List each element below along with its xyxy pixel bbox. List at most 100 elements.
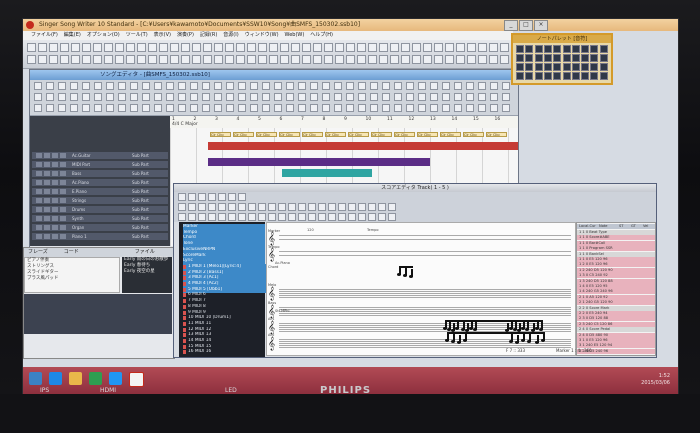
song-tool-button[interactable]	[478, 104, 486, 112]
song-tool-button[interactable]	[466, 93, 474, 101]
palette-note-button[interactable]	[534, 45, 543, 53]
note-head[interactable]	[509, 334, 513, 343]
toolbar-button[interactable]	[467, 55, 476, 64]
score-tool-button[interactable]	[218, 203, 226, 211]
song-tool-button[interactable]	[106, 93, 114, 101]
score-tool-button[interactable]	[228, 213, 236, 221]
note-head[interactable]	[521, 333, 525, 342]
song-tool-button[interactable]	[502, 104, 510, 112]
track-row[interactable]: Drums Sub Part	[32, 206, 168, 213]
note-head[interactable]	[515, 335, 519, 344]
song-tool-button[interactable]	[382, 93, 390, 101]
palette-note-button[interactable]	[562, 63, 571, 71]
tab-chord[interactable]: コード	[64, 248, 79, 257]
event-row[interactable]: 2 4 0 Score Pedal	[577, 327, 655, 333]
palette-note-button[interactable]	[599, 72, 608, 80]
song-clip[interactable]: Clr Clip	[440, 132, 461, 137]
song-tool-button[interactable]	[454, 104, 462, 112]
palette-note-button[interactable]	[571, 72, 580, 80]
song-tool-button[interactable]	[346, 82, 354, 90]
toolbar-button[interactable]	[247, 55, 256, 64]
toolbar-button[interactable]	[456, 43, 465, 52]
toolbar-button[interactable]	[368, 55, 377, 64]
event-row[interactable]: 1 3 240 D5 120 88	[577, 278, 655, 284]
song-tool-button[interactable]	[430, 82, 438, 90]
event-row[interactable]: 1 1 0 BankSel	[577, 251, 655, 257]
score-tool-button[interactable]	[178, 193, 186, 201]
song-tool-button[interactable]	[274, 104, 282, 112]
toolbar-button[interactable]	[434, 55, 443, 64]
song-tool-button[interactable]	[286, 104, 294, 112]
song-tool-button[interactable]	[166, 82, 174, 90]
song-tool-button[interactable]	[466, 104, 474, 112]
toolbar-button[interactable]	[258, 55, 267, 64]
song-tool-button[interactable]	[250, 82, 258, 90]
toolbar-button[interactable]	[159, 43, 168, 52]
toolbar-button[interactable]	[214, 43, 223, 52]
toolbar-button[interactable]	[49, 55, 58, 64]
track-toggle-icon[interactable]	[44, 153, 50, 158]
toolbar-button[interactable]	[225, 55, 234, 64]
song-tool-button[interactable]	[238, 82, 246, 90]
song-clip[interactable]: Clr Clip	[394, 132, 415, 137]
song-clip[interactable]: Clr Clip	[348, 132, 369, 137]
event-row[interactable]: 1 1 0 E5 120 96	[577, 257, 655, 262]
palette-note-button[interactable]	[516, 54, 524, 62]
toolbar-button[interactable]	[148, 43, 157, 52]
score-tool-button[interactable]	[268, 213, 276, 221]
toolbar-button[interactable]	[104, 43, 113, 52]
song-clip[interactable]: Clr Clip	[302, 132, 323, 137]
score-tool-button[interactable]	[178, 203, 186, 211]
song-tool-button[interactable]	[358, 93, 366, 101]
event-row[interactable]: 2 4 0 D5 480 90	[577, 332, 655, 338]
song-tool-button[interactable]	[154, 93, 162, 101]
song-tool-button[interactable]	[418, 82, 426, 90]
note-head[interactable]	[451, 334, 455, 343]
toolbar-button[interactable]	[38, 43, 47, 52]
track-toggle-icon[interactable]	[36, 234, 42, 239]
event-row[interactable]: 1 3 0 C5 240 92	[577, 273, 655, 279]
track-toggle-icon[interactable]	[36, 225, 42, 230]
score-tool-button[interactable]	[238, 213, 246, 221]
palette-note-button[interactable]	[562, 54, 571, 62]
song-tool-button[interactable]	[130, 93, 138, 101]
event-row[interactable]: 1 2 0 E5 120 96	[577, 262, 655, 268]
song-tool-button[interactable]	[466, 82, 474, 90]
track-toggle-icon[interactable]	[36, 162, 42, 167]
palette-note-button[interactable]	[571, 54, 580, 62]
toolbar-button[interactable]	[82, 43, 91, 52]
start-icon[interactable]	[29, 372, 42, 385]
event-row[interactable]: 1 1 0 Beat Type	[577, 230, 655, 235]
track-toggle-icon[interactable]	[60, 153, 66, 158]
score-tool-button[interactable]	[228, 203, 236, 211]
song-clip[interactable]: Clr Clip	[210, 132, 231, 137]
song-tool-button[interactable]	[214, 82, 222, 90]
song-tool-button[interactable]	[106, 82, 114, 90]
toolbar-button[interactable]	[467, 43, 476, 52]
song-tool-button[interactable]	[454, 82, 462, 90]
song-tool-button[interactable]	[178, 93, 186, 101]
taskbar-clock[interactable]: 1:52 2015/03/06	[641, 373, 670, 387]
note-head[interactable]	[403, 268, 407, 277]
toolbar-button[interactable]	[291, 43, 300, 52]
track-row[interactable]: E.Piano Sub Part	[32, 188, 168, 195]
note-head[interactable]	[455, 321, 459, 330]
song-tool-button[interactable]	[82, 104, 90, 112]
toolbar-button[interactable]	[258, 43, 267, 52]
track-toggle-icon[interactable]	[60, 198, 66, 203]
song-tool-button[interactable]	[46, 82, 54, 90]
score-tool-button[interactable]	[258, 203, 266, 211]
song-tool-button[interactable]	[298, 104, 306, 112]
song-clip[interactable]: Clr Clip	[486, 132, 507, 137]
palette-note-button[interactable]	[581, 54, 590, 62]
score-tool-button[interactable]	[338, 213, 346, 221]
menu-item[interactable]: ウィンドウ(W)	[245, 31, 279, 40]
track-toggle-icon[interactable]	[52, 162, 58, 167]
toolbar-button[interactable]	[456, 55, 465, 64]
song-tool-button[interactable]	[334, 104, 342, 112]
song-tool-button[interactable]	[334, 93, 342, 101]
score-tool-button[interactable]	[238, 193, 246, 201]
song-tool-button[interactable]	[58, 93, 66, 101]
song-tool-button[interactable]	[34, 82, 42, 90]
palette-note-button[interactable]	[525, 63, 534, 71]
